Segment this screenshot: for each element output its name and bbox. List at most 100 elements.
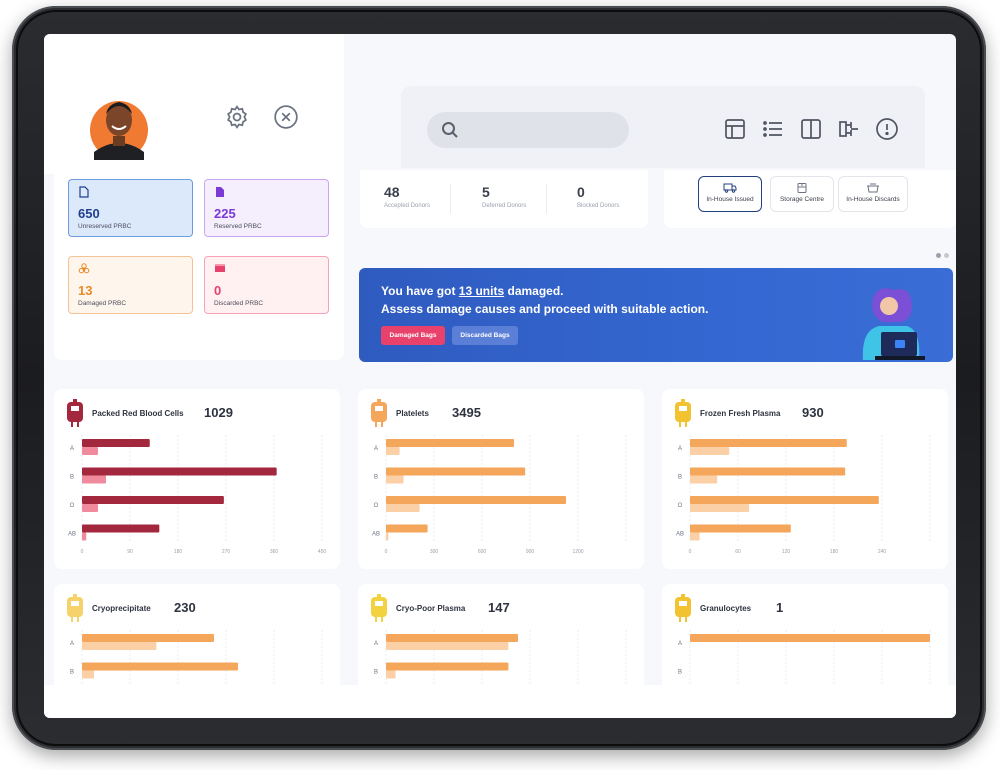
bar-secondary: [82, 642, 157, 650]
tick-label: 450: [318, 549, 327, 555]
damaged-bags-button[interactable]: Damaged Bags: [381, 326, 445, 345]
category-label: O: [678, 503, 683, 509]
top-toolbar: [401, 86, 925, 168]
category-label: B: [374, 475, 378, 481]
unreserved-prbc-card[interactable]: 650 Unreserved PRBC: [68, 179, 193, 237]
search-input[interactable]: [427, 112, 629, 148]
discard-icon: [867, 183, 879, 193]
category-label: B: [70, 475, 74, 481]
category-label: O: [374, 503, 379, 509]
flow-structure-icon[interactable]: [837, 117, 861, 141]
prbc-stats-panel: 650 Unreserved PRBC 225 Reserved PRBC 13…: [54, 170, 344, 360]
bar-total: [82, 439, 150, 447]
tab-storage-centre[interactable]: Storage Centre: [770, 176, 834, 212]
tick-label: 90: [127, 549, 133, 555]
discarded-prbc-label: Discarded PRBC: [214, 300, 264, 307]
tick-label: 0: [385, 549, 388, 555]
banner-units-link[interactable]: 13 units: [459, 284, 504, 298]
bar-chart: ABOAB0 60 120 180 240: [676, 435, 931, 555]
chart-card-packed-red-blood-cells[interactable]: Packed Red Blood Cells 1029 A B O AB 0 90 180 2…: [54, 389, 340, 569]
bar-total: [386, 496, 566, 504]
blood-bag-icon: [67, 399, 83, 427]
deferred-donors-label: Deferred Donors: [482, 203, 527, 209]
bar-secondary: [690, 532, 700, 541]
category-label: B: [678, 475, 682, 481]
chart-title: Frozen Fresh Plasma: [700, 409, 781, 418]
tab-in-house-issued[interactable]: In-House Issued: [698, 176, 762, 212]
bar-secondary: [82, 532, 87, 541]
tick-label: 600: [478, 549, 487, 555]
user-avatar[interactable]: [88, 90, 150, 160]
chart-total: 1029: [204, 405, 233, 420]
divider: [450, 184, 451, 214]
damage-alert-banner: You have got 13 units damaged. Assess da…: [359, 268, 953, 362]
biohazard-icon: [78, 263, 90, 274]
chart-title: Platelets: [396, 409, 429, 418]
tick-label: 900: [526, 549, 535, 555]
bar-secondary: [82, 670, 94, 679]
person-laptop-illustration: [862, 288, 925, 360]
blood-bag-icon: [675, 594, 691, 622]
bar-secondary: [690, 447, 730, 455]
category-label: B: [678, 670, 682, 676]
tab-in-house-issued-label: In-House Issued: [706, 196, 754, 203]
banner-subline: Assess damage causes and proceed with su…: [381, 302, 709, 316]
tab-in-house-discards[interactable]: In-House Discards: [838, 176, 908, 212]
chart-total: 147: [488, 600, 510, 615]
grid-view-icon[interactable]: [723, 117, 747, 141]
bar-secondary: [386, 670, 396, 679]
chart-card-frozen-fresh-plasma[interactable]: Frozen Fresh Plasma 930 A B O AB 0 60 120 180 24…: [662, 389, 948, 569]
deferred-donors-value: 5: [482, 184, 490, 200]
tick-label: 60: [735, 549, 741, 555]
reserved-prbc-label: Reserved PRBC: [214, 223, 262, 230]
category-label: B: [70, 670, 74, 676]
list-view-icon[interactable]: [761, 117, 785, 141]
split-view-icon[interactable]: [799, 117, 823, 141]
bar-secondary: [386, 447, 400, 455]
banner-headline: You have got 13 units damaged.: [381, 284, 564, 298]
damaged-prbc-card[interactable]: 13 Damaged PRBC: [68, 256, 193, 314]
unreserved-prbc-value: 650: [78, 206, 100, 221]
chart-title: Packed Red Blood Cells: [92, 409, 184, 418]
tick-label: 180: [830, 549, 839, 555]
accepted-donors[interactable]: 48 Accepted Donors: [384, 184, 464, 209]
reserved-prbc-value: 225: [214, 206, 236, 221]
bar-secondary: [690, 475, 718, 484]
bar-total: [82, 467, 277, 476]
category-label: B: [374, 670, 378, 676]
tick-label: 180: [174, 549, 183, 555]
storage-icon: [797, 183, 807, 193]
discarded-prbc-card[interactable]: 0 Discarded PRBC: [204, 256, 329, 314]
bar-total: [386, 467, 526, 476]
category-label: A: [678, 641, 682, 647]
tick-label: 240: [878, 549, 887, 555]
bar-total: [386, 439, 514, 447]
info-alert-icon[interactable]: [875, 117, 899, 141]
bar-total: [386, 524, 428, 533]
bar-total: [82, 524, 160, 533]
deferred-donors[interactable]: 5 Deferred Donors: [482, 184, 562, 209]
chart-card-platelets[interactable]: Platelets 3495 A B O AB 0 300 600 900 1200: [358, 389, 644, 569]
blocked-donors-value: 0: [577, 184, 585, 200]
bar-total: [386, 634, 518, 642]
divider: [546, 184, 547, 214]
search-icon: [442, 122, 458, 138]
blocked-donors[interactable]: 0 Blocked Donors: [577, 184, 657, 209]
discarded-bags-button[interactable]: Discarded Bags: [452, 326, 518, 345]
reserved-prbc-card[interactable]: 225 Reserved PRBC: [204, 179, 329, 237]
settings-gear-icon[interactable]: [224, 104, 250, 130]
category-label: AB: [676, 532, 684, 538]
category-label: AB: [68, 532, 76, 538]
category-label: A: [70, 446, 74, 452]
bar-secondary: [386, 642, 509, 650]
blood-bag-icon: [371, 399, 387, 427]
bar-secondary: [386, 504, 420, 512]
accepted-donors-value: 48: [384, 184, 400, 200]
chart-title: Granulocytes: [700, 604, 752, 613]
document-icon: [216, 187, 224, 197]
bar-total: [690, 496, 879, 504]
damaged-prbc-label: Damaged PRBC: [78, 300, 127, 307]
bar-total: [690, 467, 846, 476]
close-circle-icon[interactable]: [273, 104, 299, 130]
carousel-dots[interactable]: [936, 245, 952, 263]
